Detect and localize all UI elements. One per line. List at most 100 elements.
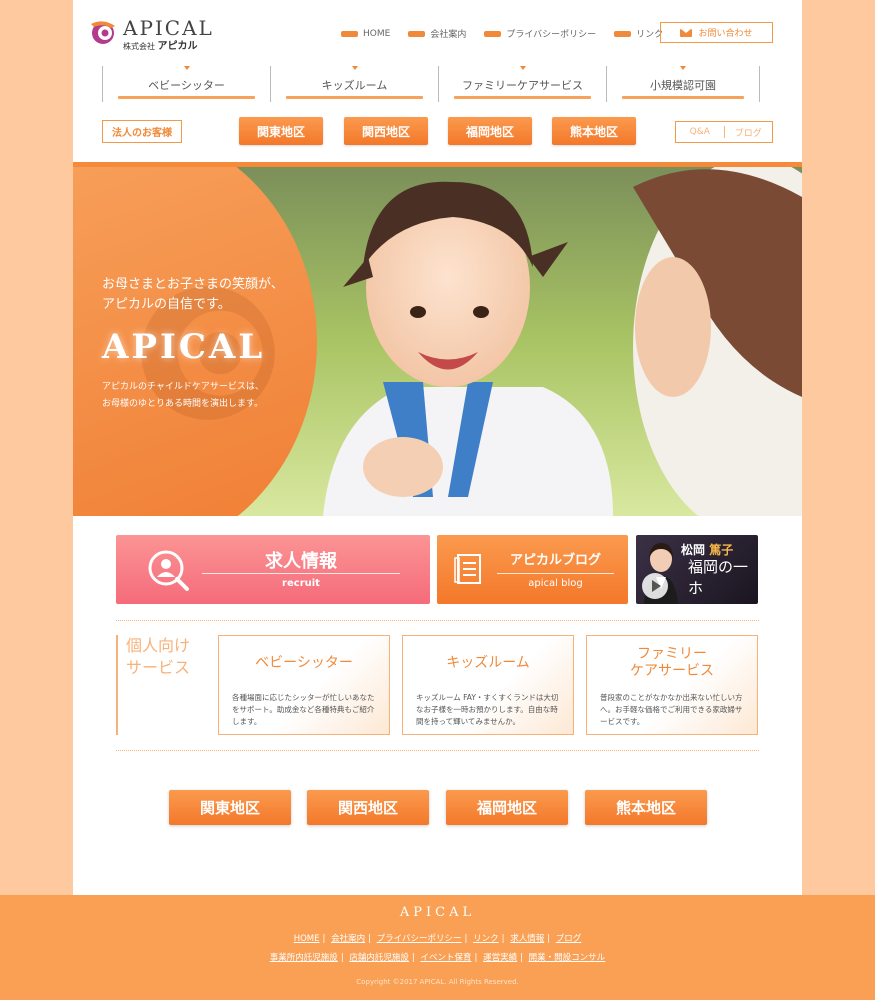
card-title-line-2: ケアサービス xyxy=(630,663,714,679)
area-button-kanto-large[interactable]: 関東地区 xyxy=(169,790,291,825)
logo[interactable]: APICAL 株式会社 アピカル xyxy=(89,16,229,52)
tag-icon xyxy=(614,30,632,37)
top-link-label: HOME xyxy=(363,28,391,39)
triangle-down-icon xyxy=(519,66,526,70)
footer-link[interactable]: 事業所内託児施設 xyxy=(270,953,338,963)
show-title: 福岡の一ホ xyxy=(688,558,749,597)
logo-sub-prefix: 株式会社 xyxy=(123,42,155,51)
presenter-name-b: 篤子 xyxy=(709,543,734,557)
search-person-icon xyxy=(148,550,189,591)
triangle-down-icon xyxy=(351,66,358,70)
hero-banner: お母さまとお子さまの笑顔が、 アピカルの自信です。 APICAL アピカルのチャ… xyxy=(73,167,802,516)
copyright: Copyright ©2017 APICAL. All Rights Reser… xyxy=(356,978,519,986)
tag-icon xyxy=(341,30,358,37)
logo-sub-name: アピカル xyxy=(157,41,198,52)
hero-text: お母さまとお子さまの笑顔が、 アピカルの自信です。 APICAL アピカルのチャ… xyxy=(102,275,284,413)
service-card-babysitter[interactable]: ベビーシッター 各種場面に応じたシッターが忙しいあなたをサポート。助成金など各種… xyxy=(218,635,390,735)
recruit-banner[interactable]: 求人情報 recruit xyxy=(116,535,430,604)
underline-bar xyxy=(286,96,423,99)
area-button-kansai[interactable]: 関西地区 xyxy=(344,117,428,145)
area-button-kumamoto-large[interactable]: 熊本地区 xyxy=(585,790,707,825)
contact-button[interactable]: お問い合わせ xyxy=(660,22,773,43)
footer-links-row-1: HOME | 会社案内 | プライバシーポリシー | リンク | 求人情報 | ブログ xyxy=(293,934,582,944)
footer-link[interactable]: イベント保育 xyxy=(420,953,471,963)
card-title: キッズルーム xyxy=(446,655,530,671)
area-button-kansai-large[interactable]: 関西地区 xyxy=(307,790,429,825)
dotted-divider xyxy=(116,620,759,621)
triangle-down-icon xyxy=(183,66,190,70)
card-description: 各種場面に応じたシッターが忙しいあなたをサポート。助成金など各種特典もご紹介しま… xyxy=(232,693,375,726)
triangle-down-icon xyxy=(680,66,686,70)
personal-services-heading: 個人向け サービス xyxy=(116,635,196,735)
footer-link[interactable]: 会社案内 xyxy=(331,934,365,944)
top-link-home[interactable]: HOME xyxy=(341,27,390,40)
footer-link[interactable]: 開業・開設コンサル xyxy=(529,953,606,963)
service-nav-nursery[interactable]: 小規模認可園 xyxy=(606,66,760,102)
area-button-kumamoto[interactable]: 熊本地区 xyxy=(552,117,636,145)
page-container: APICAL 株式会社 アピカル HOME 会社案内 プライバシーポリシー リン… xyxy=(73,0,802,895)
contact-label: お問い合わせ xyxy=(698,29,753,39)
hero-subtext-2: お母様のゆとりある時間を演出します。 xyxy=(102,399,264,409)
top-link-company[interactable]: 会社案内 xyxy=(408,27,466,40)
qa-link[interactable]: Q&A xyxy=(676,127,724,137)
mail-icon xyxy=(680,28,693,37)
heading-line-1: 個人向け xyxy=(126,636,191,655)
hero-subtext-1: アピカルのチャイルドケアサービスは、 xyxy=(102,382,264,392)
footer-brand: APICAL xyxy=(399,905,476,920)
blog-title: アピカルブログ xyxy=(509,553,601,568)
logo-mark-icon xyxy=(91,21,115,44)
logo-sub: 株式会社 アピカル xyxy=(123,37,198,52)
top-links: HOME 会社案内 プライバシーポリシー リンク xyxy=(341,27,663,40)
hero-headline-2: アピカルの自信です。 xyxy=(102,297,231,312)
underline-bar xyxy=(622,96,744,99)
service-nav-label: キッズルーム xyxy=(321,79,388,92)
footer-link[interactable]: リンク xyxy=(473,934,499,944)
top-link-links[interactable]: リンク xyxy=(614,27,663,40)
dotted-divider xyxy=(116,750,759,751)
recruit-title: 求人情報 xyxy=(265,551,337,572)
qa-blog-links: Q&A ブログ xyxy=(675,121,773,143)
card-title-line-1: ファミリー xyxy=(637,646,707,662)
footer-link[interactable]: 店舗内託児施設 xyxy=(349,953,409,963)
blog-banner[interactable]: アピカルブログ apical blog xyxy=(437,535,628,604)
blog-link[interactable]: ブログ xyxy=(725,126,773,139)
tag-icon xyxy=(484,30,502,37)
top-link-label: プライバシーポリシー xyxy=(506,30,597,40)
service-nav-babysitter[interactable]: ベビーシッター xyxy=(102,66,270,102)
tag-icon xyxy=(408,30,426,37)
underline-bar xyxy=(118,96,255,99)
divider xyxy=(202,573,400,574)
footer: APICAL HOME | 会社案内 | プライバシーポリシー | リンク | 求人情報… xyxy=(0,895,875,1000)
footer-link[interactable]: 運営実績 xyxy=(483,953,517,963)
corporate-button[interactable]: 法人のお客様 xyxy=(102,120,182,143)
video-banner[interactable]: 松岡 篤子 福岡の一ホ xyxy=(636,535,758,604)
area-button-fukuoka[interactable]: 福岡地区 xyxy=(448,117,532,145)
footer-link[interactable]: 求人情報 xyxy=(510,934,544,944)
area-button-fukuoka-large[interactable]: 福岡地区 xyxy=(446,790,568,825)
hero-brand: APICAL xyxy=(102,327,266,367)
footer-link[interactable]: HOME xyxy=(294,934,320,944)
service-card-kidsroom[interactable]: キッズルーム キッズルーム FAY・すくすくランドは大切なお子様を一時お預かりし… xyxy=(402,635,574,735)
underline-bar xyxy=(454,96,591,99)
card-title: ベビーシッター xyxy=(255,655,353,671)
hero-headline-1: お母さまとお子さまの笑顔が、 xyxy=(102,277,284,292)
service-nav-kidsroom[interactable]: キッズルーム xyxy=(270,66,438,102)
card-description: キッズルーム FAY・すくすくランドは大切なお子様を一時お預かりします。自由な時… xyxy=(416,693,559,726)
service-nav: ベビーシッター キッズルーム ファミリーケアサービス 小規模認可園 xyxy=(102,66,792,102)
card-description: 普段家のことがなかなか出来ない忙しい方へ。お手軽な価格でご利用できる家政婦サービ… xyxy=(600,693,743,726)
area-button-kanto[interactable]: 関東地区 xyxy=(239,117,323,145)
document-icon xyxy=(454,554,481,584)
footer-link[interactable]: プライバシーポリシー xyxy=(377,934,462,944)
service-nav-label: ファミリーケアサービス xyxy=(462,79,583,92)
play-icon[interactable] xyxy=(642,573,668,599)
footer-links-row-2: 事業所内託児施設 | 店舗内託児施設 | イベント保育 | 運営実績 | 開業・開設コン… xyxy=(269,953,606,963)
blog-subtitle: apical blog xyxy=(528,578,583,589)
service-nav-label: 小規模認可園 xyxy=(650,79,716,92)
service-nav-label: ベビーシッター xyxy=(148,79,225,92)
recruit-subtitle: recruit xyxy=(282,578,320,589)
service-nav-familycare[interactable]: ファミリーケアサービス xyxy=(438,66,606,102)
top-link-privacy[interactable]: プライバシーポリシー xyxy=(484,27,596,40)
footer-link[interactable]: ブログ xyxy=(556,934,582,944)
service-card-familycare[interactable]: ファミリー ケアサービス 普段家のことがなかなか出来ない忙しい方へ。お手軽な価格… xyxy=(586,635,758,735)
presenter-name-a: 松岡 xyxy=(681,543,706,557)
